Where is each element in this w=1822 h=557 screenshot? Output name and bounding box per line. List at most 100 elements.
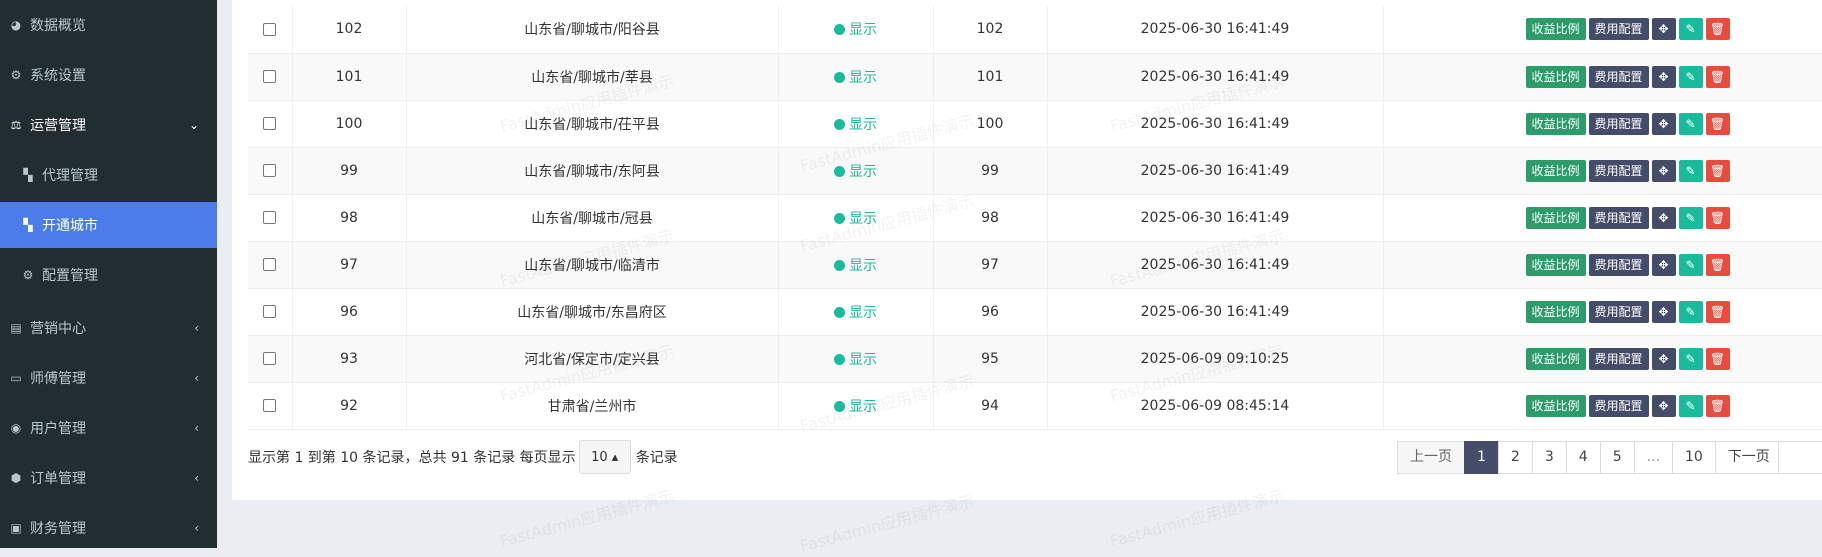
delete-button[interactable]: 🗑 [1705,253,1730,276]
row-checkbox[interactable] [263,117,277,130]
sidebar-item-workers[interactable]: ▭ 师傅管理 ‹ [0,353,217,403]
page-button[interactable]: 4 [1565,441,1601,474]
row-checkbox[interactable] [263,22,277,36]
revenue-ratio-button[interactable]: 收益比例 [1525,18,1586,41]
page-button[interactable]: 2 [1497,441,1533,474]
drag-sort-button[interactable]: ✥ [1651,18,1676,41]
sidebar-item-config[interactable]: ⚙ 配置管理 [0,250,217,300]
drag-sort-button[interactable]: ✥ [1651,65,1676,88]
drag-sort-button[interactable]: ✥ [1651,347,1676,370]
table-row: 100 山东省/聊城市/茌平县 显示 100 2025-06-30 16:41:49 收益… [248,100,1822,148]
actions-cell: 收益比例 费用配置 ✥ ✎ 🗑 [1383,288,1822,336]
sidebar-item-settings[interactable]: ⚙ 系统设置 [0,50,217,100]
delete-button[interactable]: 🗑 [1705,206,1730,229]
chevron-down-icon: ⌄ [188,118,199,132]
page-size-select[interactable]: 10 ▴ [578,440,631,474]
sidebar-item-label: 配置管理 [42,268,98,284]
table-footer: 显示第 1 到第 10 条记录，总共 91 条记录 每页显示 10 ▴ 条记录 [248,440,678,474]
fee-config-button[interactable]: 费用配置 [1588,394,1649,417]
edit-button[interactable]: ✎ [1678,253,1703,276]
drag-sort-button[interactable]: ✥ [1651,206,1676,229]
next-page-button[interactable]: 下一页 [1714,441,1783,474]
row-checkbox[interactable] [263,305,277,318]
table-row: 99 山东省/聊城市/东阿县 显示 99 2025-06-30 16:41:49 收益比例… [248,147,1822,195]
goto-page-input[interactable] [1778,441,1822,474]
sidebar-item-orders[interactable]: ⬢ 订单管理 ‹ [0,453,217,503]
row-checkbox[interactable] [263,352,277,365]
prev-page-button[interactable]: 上一页 [1397,441,1465,474]
drag-sort-button[interactable]: ✥ [1651,394,1676,417]
page-button[interactable]: 3 [1531,441,1567,474]
revenue-ratio-button[interactable]: 收益比例 [1525,300,1586,323]
id-card-icon: ▭ [10,371,22,385]
delete-button[interactable]: 🗑 [1705,112,1730,135]
edit-button[interactable]: ✎ [1678,206,1703,229]
sidebar-item-marketing[interactable]: ▤ 营销中心 ‹ [0,303,217,353]
fee-config-button[interactable]: 费用配置 [1588,206,1649,229]
select-cell [248,147,293,195]
drag-sort-button[interactable]: ✥ [1651,253,1676,276]
drag-sort-button[interactable]: ✥ [1651,159,1676,182]
fee-config-button[interactable]: 费用配置 [1588,112,1649,135]
drag-sort-button[interactable]: ✥ [1651,112,1676,135]
edit-button[interactable]: ✎ [1678,300,1703,323]
actions-cell: 收益比例 费用配置 ✥ ✎ 🗑 [1383,6,1822,54]
row-checkbox[interactable] [263,164,277,177]
pencil-icon: ✎ [1685,163,1696,178]
revenue-ratio-button[interactable]: 收益比例 [1525,394,1586,417]
fee-config-button[interactable]: 费用配置 [1588,159,1649,182]
delete-button[interactable]: 🗑 [1705,159,1730,182]
revenue-ratio-button[interactable]: 收益比例 [1525,253,1586,276]
fee-config-button[interactable]: 费用配置 [1588,65,1649,88]
status-cell: 显示 [778,288,934,336]
fee-config-button[interactable]: 费用配置 [1588,347,1649,370]
revenue-ratio-button[interactable]: 收益比例 [1525,112,1586,135]
edit-button[interactable]: ✎ [1678,112,1703,135]
revenue-ratio-button[interactable]: 收益比例 [1525,65,1586,88]
revenue-ratio-button[interactable]: 收益比例 [1525,347,1586,370]
fee-config-button[interactable]: 费用配置 [1588,253,1649,276]
delete-button[interactable]: 🗑 [1705,300,1730,323]
sidebar-item-label: 运营管理 [30,118,86,134]
delete-button[interactable]: 🗑 [1705,18,1730,41]
drag-sort-button[interactable]: ✥ [1651,300,1676,323]
delete-button[interactable]: 🗑 [1705,347,1730,370]
edit-button[interactable]: ✎ [1678,65,1703,88]
row-checkbox[interactable] [263,399,277,412]
sidebar-item-open-cities[interactable]: ▚ 开通城市 [0,202,217,248]
revenue-ratio-button[interactable]: 收益比例 [1525,206,1586,229]
status-cell: 显示 [778,147,934,195]
move-icon: ✥ [1658,398,1669,413]
fee-config-button[interactable]: 费用配置 [1588,18,1649,41]
edit-button[interactable]: ✎ [1678,18,1703,41]
row-checkbox[interactable] [263,70,277,83]
records-suffix: 条记录 [635,450,678,466]
row-checkbox[interactable] [263,211,277,224]
page-button[interactable]: 10 [1671,441,1716,474]
table-row: 92 甘肃省/兰州市 显示 94 2025-06-09 08:45:14 收益比例 费用配置… [248,382,1822,430]
delete-button[interactable]: 🗑 [1705,394,1730,417]
sidebar-item-agents[interactable]: ▚ 代理管理 [0,150,217,200]
fee-config-button[interactable]: 费用配置 [1588,300,1649,323]
records-info: 显示第 1 到第 10 条记录，总共 91 条记录 每页显示 [248,450,576,466]
row-checkbox[interactable] [263,258,277,271]
edit-button[interactable]: ✎ [1678,159,1703,182]
sidebar-item-finance[interactable]: ▣ 财务管理 ‹ [0,503,217,553]
edit-button[interactable]: ✎ [1678,347,1703,370]
revenue-ratio-button[interactable]: 收益比例 [1525,159,1586,182]
delete-button[interactable]: 🗑 [1705,65,1730,88]
sidebar-item-operations[interactable]: ⚖ 运营管理 ⌄ [0,100,217,150]
page-button[interactable]: ... [1633,441,1673,474]
status-text: 显示 [849,22,877,39]
sidebar-item-label: 开通城市 [42,218,98,234]
sidebar-item-label: 用户管理 [30,421,86,437]
select-cell [248,288,293,336]
edit-button[interactable]: ✎ [1678,394,1703,417]
page-button[interactable]: 1 [1464,441,1499,474]
table-row: 102 山东省/聊城市/阳谷县 显示 102 2025-06-30 16:41:49 收益… [248,6,1822,54]
sidebar-item-users[interactable]: ◉ 用户管理 ‹ [0,403,217,453]
weigh-cell: 98 [933,194,1048,242]
time-cell: 2025-06-30 16:41:49 [1047,100,1384,148]
page-button[interactable]: 5 [1599,441,1635,474]
sidebar-item-dashboard[interactable]: ◕ 数据概览 [0,0,217,50]
